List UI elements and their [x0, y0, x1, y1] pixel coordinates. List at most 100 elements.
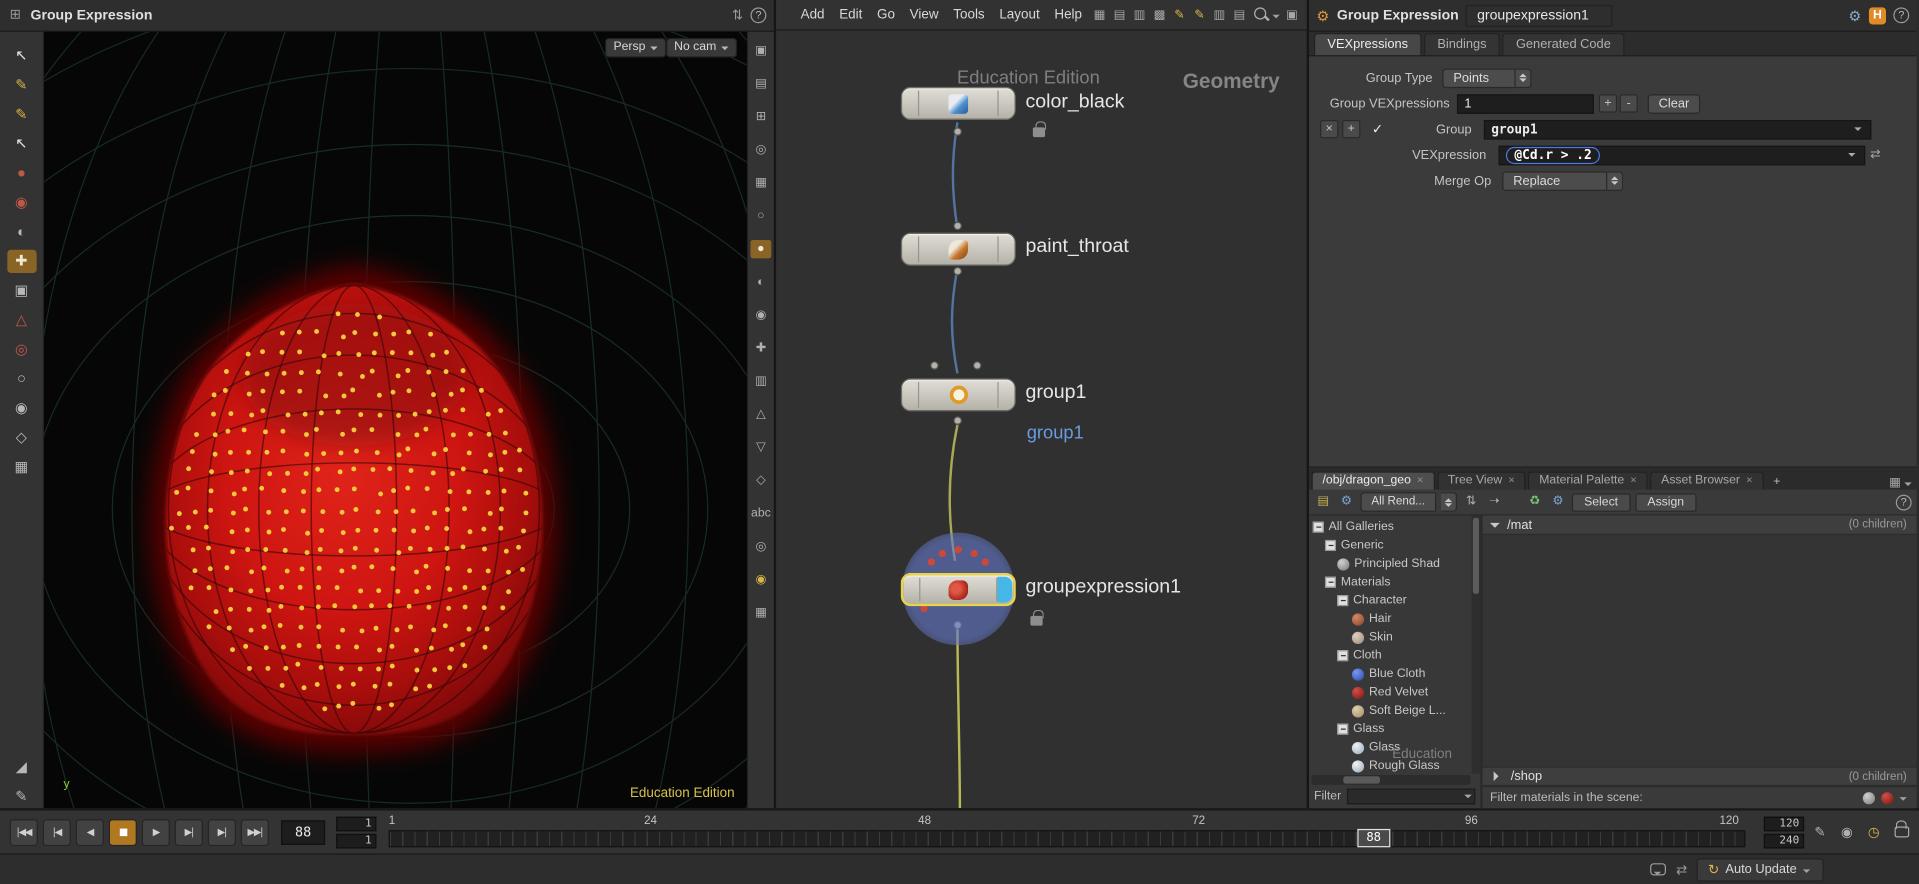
- close-icon[interactable]: [1630, 474, 1636, 487]
- mosaic-toolbar-icon[interactable]: ▩: [1151, 6, 1169, 24]
- node-group1[interactable]: [900, 378, 1016, 412]
- viewport-3d-view[interactable]: [44, 31, 747, 809]
- group-type-spinner[interactable]: [1515, 67, 1532, 88]
- output-connector[interactable]: [953, 266, 962, 276]
- menu-add[interactable]: Add: [793, 7, 832, 22]
- chevron-down-icon[interactable]: [1464, 794, 1472, 802]
- tree-item-soft-beige[interactable]: Soft Beige L...: [1309, 702, 1480, 720]
- tree-item-hair[interactable]: Hair: [1309, 610, 1480, 628]
- playback-range-start-field[interactable]: 1: [336, 816, 377, 831]
- collapse-icon[interactable]: [1324, 576, 1336, 588]
- output-connector[interactable]: [953, 416, 962, 425]
- vexpression-field[interactable]: @Cd.r > .2: [1498, 145, 1866, 165]
- sort-icon[interactable]: ⇅: [1462, 493, 1480, 510]
- gear-icon[interactable]: ⚙: [1549, 493, 1567, 510]
- assign-button[interactable]: Assign: [1635, 492, 1697, 512]
- brush-tool-icon[interactable]: ●: [7, 162, 36, 185]
- network-canvas[interactable]: Education Edition Geometry color_black p…: [776, 31, 1306, 809]
- timeline-groove[interactable]: [388, 829, 1746, 847]
- material-filter-icon[interactable]: [1881, 791, 1894, 804]
- gear-icon[interactable]: ⚙: [1337, 493, 1355, 510]
- show-points-icon[interactable]: ●: [750, 239, 772, 259]
- tab-asset-browser[interactable]: Asset Browser: [1650, 471, 1764, 490]
- color-dots-icon[interactable]: ◉: [1836, 821, 1858, 843]
- draw-tool-icon[interactable]: ✎: [7, 103, 36, 126]
- group-type-dropdown[interactable]: Points: [1442, 67, 1516, 88]
- camera-select-dropdown[interactable]: No cam: [665, 37, 738, 58]
- tree-item-character[interactable]: Character: [1309, 591, 1480, 609]
- clear-button[interactable]: Clear: [1647, 93, 1701, 114]
- display-icon[interactable]: ◐: [750, 273, 771, 291]
- display-flag[interactable]: [997, 576, 1013, 603]
- menu-view[interactable]: View: [902, 7, 946, 22]
- add-item-button[interactable]: +: [1342, 119, 1361, 139]
- sculpt-tool-icon[interactable]: ✚: [6, 249, 37, 274]
- pane-tab-icon[interactable]: ⊞: [7, 7, 23, 23]
- display-options-icon[interactable]: [732, 7, 743, 23]
- viewport-canvas[interactable]: Persp No cam y Education Edition: [44, 31, 747, 809]
- next-keyframe-button[interactable]: ▶|: [207, 818, 236, 846]
- disclosure-triangle[interactable]: [1493, 771, 1504, 782]
- keyframe-icon[interactable]: ✎: [1809, 821, 1831, 843]
- filter-dropdown[interactable]: [1347, 788, 1476, 805]
- node-paint-throat[interactable]: [900, 232, 1016, 266]
- lighting-icon[interactable]: ◉: [750, 571, 771, 589]
- vex-count-field[interactable]: 1: [1456, 93, 1594, 114]
- houdini-logo[interactable]: H: [1868, 6, 1887, 24]
- node-label[interactable]: group1: [1026, 382, 1087, 404]
- corner-tool-icon[interactable]: ◢: [7, 755, 36, 778]
- sticky-note-icon[interactable]: ✎: [1191, 6, 1209, 24]
- display-icon[interactable]: △: [750, 405, 771, 423]
- node-label[interactable]: groupexpression1: [1026, 577, 1181, 599]
- sync-icon[interactable]: ⇄: [1676, 861, 1687, 878]
- remove-vexpression-button[interactable]: -: [1619, 94, 1638, 113]
- message-bubble-icon[interactable]: [1650, 863, 1667, 876]
- renderer-spinner[interactable]: [1441, 492, 1457, 512]
- grid-tool-icon[interactable]: ▦: [7, 455, 36, 478]
- menu-tools[interactable]: Tools: [946, 7, 992, 22]
- vertical-scrollbar[interactable]: [1471, 515, 1481, 774]
- playback-range-end-field[interactable]: 120: [1763, 816, 1805, 831]
- align-toolbar-icon[interactable]: ▤: [1231, 6, 1249, 24]
- collapse-icon[interactable]: [1312, 521, 1324, 533]
- stop-button[interactable]: ■: [108, 818, 137, 846]
- close-icon[interactable]: [1508, 474, 1514, 487]
- tree-item-generic[interactable]: Generic: [1309, 536, 1480, 554]
- input-connector[interactable]: [930, 361, 939, 370]
- jump-to-end-button[interactable]: ▶▶|: [240, 818, 269, 846]
- tab-vexpressions[interactable]: VEXpressions: [1313, 33, 1422, 56]
- display-icon[interactable]: ▽: [750, 438, 771, 456]
- paint-tool-icon[interactable]: ✎: [7, 73, 36, 96]
- display-icon[interactable]: ◎: [750, 538, 771, 556]
- chevron-down-icon[interactable]: [1899, 797, 1907, 804]
- node-label[interactable]: color_black: [1026, 92, 1125, 114]
- text-display-icon[interactable]: abc: [750, 504, 771, 522]
- display-icon[interactable]: ▦: [750, 604, 771, 622]
- menu-help[interactable]: Help: [1047, 7, 1089, 22]
- deform-tool-icon[interactable]: △: [7, 309, 36, 332]
- snap-toolbar-icon[interactable]: ▥: [1211, 6, 1229, 24]
- renderer-dropdown[interactable]: All Rend...: [1360, 492, 1437, 512]
- menu-edit[interactable]: Edit: [832, 7, 870, 22]
- next-frame-button[interactable]: ▶|: [174, 818, 203, 846]
- sticky-note-icon[interactable]: ✎: [1171, 6, 1189, 24]
- layout-toolbar-icon[interactable]: ▤: [1111, 6, 1129, 24]
- mat-context-row[interactable]: /mat (0 children): [1482, 515, 1917, 536]
- annotate-tool-icon[interactable]: ✎: [7, 785, 36, 808]
- display-icon[interactable]: ◎: [750, 141, 771, 159]
- global-range-start-field[interactable]: 1: [336, 833, 377, 848]
- persp-camera-dropdown[interactable]: Persp: [604, 37, 667, 58]
- tab-generated-code[interactable]: Generated Code: [1502, 33, 1625, 56]
- display-icon[interactable]: ▤: [750, 75, 771, 93]
- display-icon[interactable]: ◉: [750, 306, 771, 324]
- menu-go[interactable]: Go: [870, 7, 903, 22]
- cursor-tool-icon[interactable]: ↖: [7, 132, 36, 155]
- ring-tool-icon[interactable]: ◎: [7, 338, 36, 361]
- tab-obj-dragon-geo[interactable]: /obj/dragon_geo: [1311, 471, 1435, 490]
- merge-op-dropdown[interactable]: Replace: [1502, 170, 1608, 191]
- pane-layout-icon[interactable]: ▦: [1889, 476, 1914, 490]
- jump-to-start-button[interactable]: |◀◀: [9, 818, 38, 846]
- vexpression-value[interactable]: @Cd.r > .2: [1505, 146, 1601, 164]
- view-tool-icon[interactable]: ◇: [7, 426, 36, 449]
- folder-icon[interactable]: ▤: [1314, 493, 1332, 510]
